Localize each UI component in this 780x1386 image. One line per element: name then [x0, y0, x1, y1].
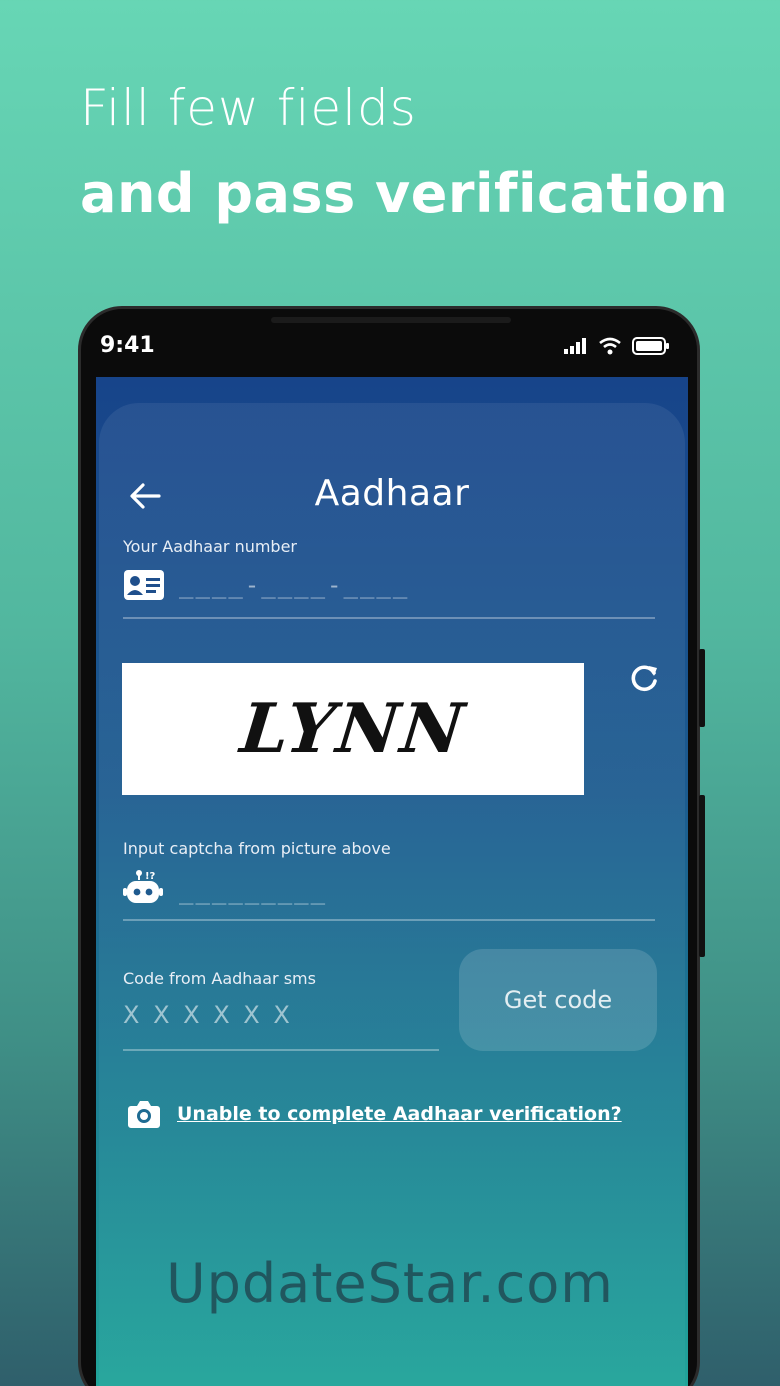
form-card: Aadhaar Your Aadhaar number ____-____-__… — [99, 403, 685, 1386]
battery-icon — [632, 337, 669, 355]
get-code-button[interactable]: Get code — [459, 949, 657, 1051]
headline-line-1: Fill few fields — [80, 79, 417, 137]
page-title: Aadhaar — [314, 473, 470, 514]
phone-frame: 9:41 Aadhaar Your Aadhaar number ____-__… — [78, 306, 705, 1386]
volume-button — [699, 649, 705, 727]
status-time: 9:41 — [100, 333, 155, 358]
captcha-input[interactable]: _________ — [179, 877, 327, 905]
headline-line-2: and pass verification — [80, 162, 729, 225]
help-row[interactable]: Unable to complete Aadhaar verification? — [127, 1099, 622, 1129]
refresh-icon[interactable] — [627, 661, 661, 695]
aadhaar-number-input[interactable]: ____-____-____ — [179, 571, 409, 599]
power-button — [699, 795, 705, 957]
watermark: UpdateStar.com — [166, 1252, 614, 1315]
status-bar: 9:41 — [96, 323, 688, 377]
help-link[interactable]: Unable to complete Aadhaar verification? — [177, 1103, 622, 1125]
captcha-underline — [123, 919, 655, 921]
sms-code-input[interactable]: X X X X X X — [123, 1001, 293, 1029]
screen: Aadhaar Your Aadhaar number ____-____-__… — [96, 377, 688, 1386]
sms-code-label: Code from Aadhaar sms — [123, 969, 316, 988]
id-card-icon — [124, 570, 164, 600]
wifi-icon — [599, 337, 621, 355]
sms-underline — [123, 1049, 439, 1051]
captcha-image: LYNN — [122, 663, 584, 795]
svg-text:!?: !? — [145, 871, 156, 882]
captcha-text: LYNN — [236, 689, 470, 769]
aadhaar-underline — [123, 617, 655, 619]
aadhaar-number-label: Your Aadhaar number — [123, 537, 298, 556]
status-icons — [564, 337, 670, 355]
robot-icon: !? — [123, 870, 163, 903]
headline: Fill few fields and pass verification — [80, 78, 728, 226]
captcha-label: Input captcha from picture above — [123, 839, 391, 858]
signal-icon — [564, 338, 586, 354]
camera-icon — [128, 1101, 160, 1128]
